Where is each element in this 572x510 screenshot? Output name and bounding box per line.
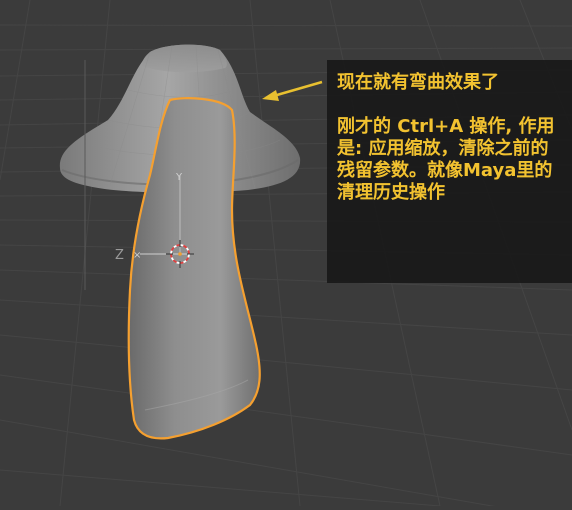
note-body: 刚才的 Ctrl+A 操作, 作用是: 应用缩放，清除之前的残留参数。就像May… [337, 116, 555, 203]
3d-viewport[interactable]: Y × Z 现在就有弯曲效果了 刚才的 Ctrl+A 操作, 作用是: 应用缩放… [0, 0, 572, 510]
annotation-arrow-icon [262, 80, 323, 101]
gizmo-y-label: Y [175, 172, 183, 183]
z-axis-label: Z [115, 248, 124, 263]
annotation-note: 现在就有弯曲效果了 刚才的 Ctrl+A 操作, 作用是: 应用缩放，清除之前的… [327, 60, 572, 283]
note-headline: 现在就有弯曲效果了 [337, 72, 499, 93]
gizmo-x-marker: × [133, 250, 141, 261]
